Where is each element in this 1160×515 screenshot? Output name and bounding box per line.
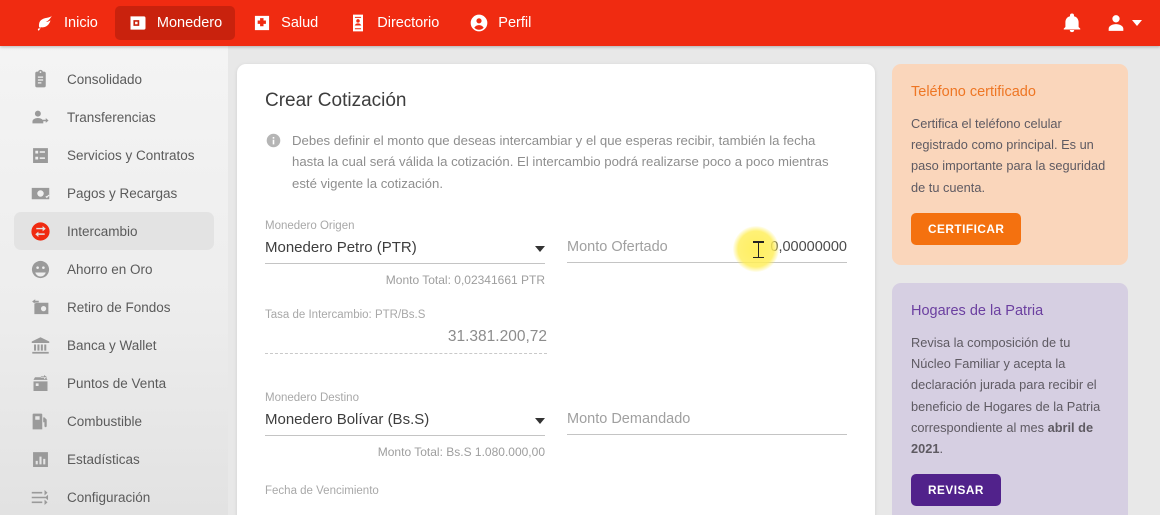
- monto-ofertado-value: 0,00000000: [770, 239, 847, 256]
- monto-demandado-field[interactable]: Monto Demandado: [567, 411, 847, 436]
- revisar-button[interactable]: REVISAR: [911, 474, 1001, 507]
- nav-item-directorio[interactable]: Directorio: [335, 6, 452, 40]
- nav-item-label: Perfil: [498, 15, 532, 31]
- sidebar-item-label: Banca y Wallet: [67, 337, 157, 353]
- nav-item-label: Directorio: [377, 15, 440, 31]
- clipboard-icon: [30, 69, 51, 90]
- sidebar-item-transferencias[interactable]: Transferencias: [14, 98, 214, 136]
- sidebar-item-banca-y-wallet[interactable]: Banca y Wallet: [14, 326, 214, 364]
- info-text: Debes definir el monto que deseas interc…: [292, 133, 829, 191]
- info-banner: Debes definir el monto que deseas interc…: [265, 130, 847, 194]
- feather-icon: [35, 13, 55, 33]
- sidebar-item-retiro-de-fondos[interactable]: Retiro de Fondos: [14, 288, 214, 326]
- sidebar-item-label: Intercambio: [67, 223, 138, 239]
- sidebar-item-puntos-de-venta[interactable]: Puntos de Venta: [14, 364, 214, 402]
- banknote-check-icon: [30, 183, 51, 204]
- monedero-destino-label: Monedero Destino: [265, 392, 359, 405]
- caret-down-icon: [535, 418, 545, 425]
- tasa-intercambio-value: 31.381.200,72: [447, 328, 547, 346]
- list-box-icon: [30, 145, 51, 166]
- sidebar: Consolidado Transferencias Servicios y C…: [0, 46, 228, 515]
- sidebar-item-ahorro-en-oro[interactable]: Ahorro en Oro: [14, 250, 214, 288]
- promo-title: Teléfono certificado: [911, 84, 1036, 100]
- person-icon: [1105, 12, 1127, 34]
- nav-item-label: Salud: [281, 15, 319, 31]
- gold-circle-icon: [30, 259, 51, 280]
- bar-chart-icon: [30, 449, 51, 470]
- nav-item-monedero[interactable]: Monedero: [114, 6, 236, 40]
- sidebar-item-label: Transferencias: [67, 109, 156, 125]
- medical-cross-icon: [252, 13, 272, 33]
- topnav-right-actions: [1061, 0, 1142, 46]
- person-arrow-icon: [30, 107, 51, 128]
- person-circle-icon: [469, 13, 489, 33]
- sidebar-item-consolidado[interactable]: Consolidado: [14, 60, 214, 98]
- monto-ofertado-label: Monto Ofertado: [567, 239, 668, 256]
- chevron-down-icon: [1132, 20, 1142, 26]
- sidebar-item-label: Retiro de Fondos: [67, 299, 171, 315]
- info-icon: [265, 132, 282, 149]
- crear-cotizacion-card: Crear Cotización Debes definir el monto …: [237, 64, 875, 515]
- account-menu[interactable]: [1105, 12, 1142, 34]
- sliders-icon: [30, 487, 51, 508]
- promo-card-hogares-de-la-patria: Hogares de la Patria Revisa la composici…: [892, 282, 1128, 515]
- monedero-origen-value: Monedero Petro (PTR): [265, 239, 417, 257]
- sidebar-item-configuracion[interactable]: Configuración: [14, 478, 214, 515]
- bell-icon[interactable]: [1061, 12, 1083, 34]
- sidebar-item-label: Puntos de Venta: [67, 375, 167, 391]
- tasa-intercambio-label: Tasa de Intercambio: PTR/Bs.S: [265, 309, 426, 322]
- nav-item-label: Monedero: [156, 15, 223, 31]
- tasa-intercambio-field: 31.381.200,72: [265, 328, 547, 355]
- nav-item-perfil[interactable]: Perfil: [456, 6, 544, 40]
- nav-item-salud[interactable]: Salud: [239, 6, 331, 40]
- origin-row: Monedero Origen Monedero Petro (PTR) Mon…: [265, 220, 847, 287]
- wallet-icon: [128, 13, 148, 33]
- right-promo-panel: Teléfono certificado Certifica el teléfo…: [892, 64, 1128, 515]
- sidebar-item-combustible[interactable]: Combustible: [14, 402, 214, 440]
- fecha-vencimiento-label: Fecha de Vencimiento: [265, 485, 379, 498]
- monto-ofertado-field[interactable]: Monto Ofertado 0,00000000: [567, 239, 847, 264]
- monedero-destino-value: Monedero Bolívar (Bs.S): [265, 411, 430, 429]
- monedero-origen-select[interactable]: Monedero Petro (PTR): [265, 239, 545, 265]
- monedero-origen-total: Monto Total: 0,02341661 PTR: [385, 273, 545, 288]
- sidebar-item-label: Servicios y Contratos: [67, 147, 195, 163]
- page-title: Crear Cotización: [265, 90, 407, 111]
- monedero-destino-select[interactable]: Monedero Bolívar (Bs.S): [265, 411, 545, 437]
- promo-body: Revisa la composición de tu Núcleo Famil…: [911, 332, 1109, 459]
- promo-body: Certifica el teléfono celular registrado…: [911, 116, 1106, 195]
- fuel-pump-icon: [30, 411, 51, 432]
- sidebar-item-label: Pagos y Recargas: [67, 185, 178, 201]
- id-card-icon: [348, 13, 368, 33]
- sidebar-item-pagos-y-recargas[interactable]: Pagos y Recargas: [14, 174, 214, 212]
- promo-body-suffix: .: [939, 441, 944, 457]
- pos-icon: [30, 373, 51, 394]
- sidebar-item-label: Consolidado: [67, 71, 143, 87]
- sidebar-item-label: Estadísticas: [67, 451, 140, 467]
- nav-item-label: Inicio: [64, 15, 98, 31]
- exchange-circle-icon: [30, 221, 51, 242]
- sidebar-item-intercambio[interactable]: Intercambio: [14, 212, 214, 250]
- monto-demandado-label: Monto Demandado: [567, 411, 691, 428]
- sidebar-item-estadisticas[interactable]: Estadísticas: [14, 440, 214, 478]
- certificar-button[interactable]: CERTIFICAR: [911, 212, 1022, 245]
- withdraw-icon: [30, 297, 51, 318]
- nav-item-inicio[interactable]: Inicio: [22, 6, 111, 40]
- sidebar-item-label: Combustible: [67, 413, 143, 429]
- destination-row: Monedero Destino Monedero Bolívar (Bs.S)…: [265, 392, 847, 459]
- promo-title: Hogares de la Patria: [911, 302, 1044, 319]
- tasa-intercambio-block: Tasa de Intercambio: PTR/Bs.S 31.381.200…: [265, 309, 547, 355]
- bank-icon: [30, 335, 51, 356]
- top-navigation-bar: Inicio Monedero Salud Directorio Perfil: [0, 0, 1160, 46]
- sidebar-item-label: Ahorro en Oro: [67, 261, 153, 277]
- promo-card-telefono-certificado: Teléfono certificado Certifica el teléfo…: [892, 64, 1128, 265]
- monedero-origen-label: Monedero Origen: [265, 220, 355, 233]
- monedero-destino-total: Monto Total: Bs.S 1.080.000,00: [377, 445, 545, 460]
- caret-down-icon: [535, 246, 545, 253]
- sidebar-item-servicios-y-contratos[interactable]: Servicios y Contratos: [14, 136, 214, 174]
- sidebar-item-label: Configuración: [67, 489, 151, 505]
